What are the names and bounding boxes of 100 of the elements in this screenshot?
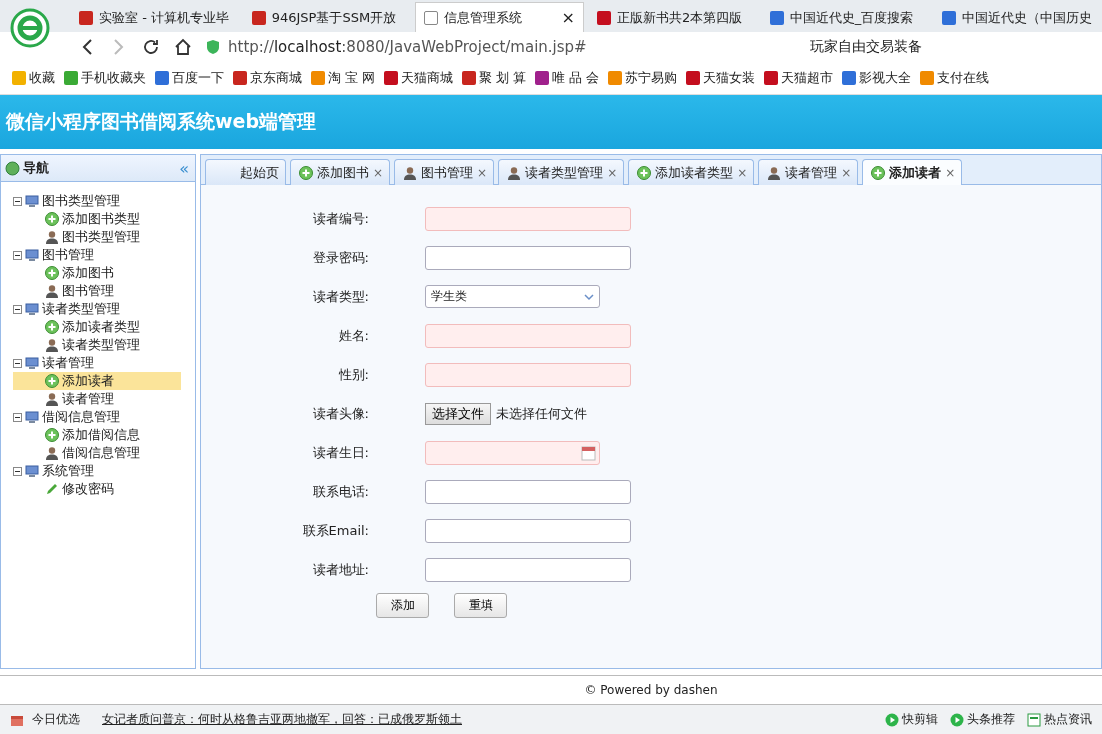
collapse-toggle-icon[interactable] (13, 358, 22, 368)
input-field[interactable] (425, 323, 631, 348)
file-status: 未选择任何文件 (496, 404, 587, 423)
content-tab[interactable]: 添加图书 × (290, 159, 391, 185)
tree-item[interactable]: 读者类型管理 (13, 336, 181, 354)
status-link[interactable]: 快剪辑 (885, 711, 938, 728)
tree-group[interactable]: 系统管理 (13, 462, 195, 480)
field-label: 登录密码: (311, 248, 369, 267)
field-label: 读者头像: (311, 404, 369, 423)
bookmark-link[interactable]: 苏宁易购 (607, 69, 677, 87)
bookmark-link[interactable]: 影视大全 (841, 69, 911, 87)
bookmark-link[interactable]: 手机收藏夹 (64, 69, 146, 87)
content-tab[interactable]: 读者类型管理 × (498, 159, 625, 185)
input-field[interactable] (425, 518, 631, 543)
collapse-toggle-icon[interactable] (13, 196, 22, 206)
tree-item[interactable]: 添加借阅信息 (13, 426, 181, 444)
choose-file-button[interactable]: 选择文件 (425, 402, 491, 425)
date-field[interactable] (425, 440, 600, 465)
tree-item[interactable]: 图书类型管理 (13, 228, 181, 246)
field-label: 读者地址: (311, 560, 369, 579)
favicon-icon (12, 71, 26, 85)
favicon-icon (763, 71, 778, 85)
browser-tab[interactable]: 信息管理系统 × (415, 2, 584, 32)
form-button[interactable]: 重填 (454, 593, 507, 618)
close-icon[interactable]: × (373, 165, 384, 180)
bookmark-link[interactable]: 百度一下 (155, 69, 224, 87)
content-tab[interactable]: 添加读者类型 × (628, 159, 755, 185)
tree-item[interactable]: 图书管理 (13, 282, 181, 300)
person-icon (45, 392, 59, 406)
calendar-icon[interactable] (581, 444, 596, 461)
status-link[interactable]: 热点资讯 (1027, 711, 1092, 728)
favicon-icon (685, 71, 700, 85)
content-tab[interactable]: 添加读者 × (862, 159, 963, 185)
input-field[interactable] (425, 245, 631, 270)
content-tab[interactable]: 读者管理 × (758, 159, 859, 185)
plus-circle-icon (299, 165, 313, 180)
input-field[interactable] (425, 362, 631, 387)
person-icon (403, 165, 418, 180)
tree-group[interactable]: 读者管理 (13, 354, 195, 372)
field-label: 联系电话: (311, 482, 369, 501)
tree-item[interactable]: 添加图书 (13, 264, 181, 282)
close-icon[interactable]: × (841, 165, 852, 180)
input-field[interactable] (425, 206, 631, 231)
content-tab[interactable]: 起始页 (205, 159, 286, 185)
tree-group[interactable]: 图书类型管理 (13, 192, 195, 210)
select-field[interactable]: 学生类 (425, 285, 600, 308)
bookmark-link[interactable]: 唯 品 会 (534, 69, 599, 87)
home-icon[interactable] (174, 38, 192, 56)
collapse-toggle-icon[interactable] (13, 412, 22, 422)
address-field[interactable]: http://localhost:8080/JavaWebProject/main.jsp# (206, 38, 766, 56)
tree-item[interactable]: 修改密码 (13, 480, 181, 498)
tree-item[interactable]: 添加读者类型 (13, 318, 181, 336)
favicon-icon (424, 10, 439, 25)
app-header: 微信小程序图书借阅系统web端管理 (0, 95, 1102, 149)
bookmark-link[interactable]: 天猫超市 (763, 69, 833, 87)
tree-item[interactable]: 添加读者 (13, 372, 181, 390)
footer-text: © Powered by dashen (584, 683, 718, 697)
person-icon (45, 446, 59, 460)
monitor-icon (25, 248, 39, 262)
news-link[interactable]: 女记者质问普京：何时从格鲁吉亚两地撤军，回答：已成俄罗斯领土 (102, 711, 462, 728)
plus-circle-icon (45, 212, 59, 226)
monitor-icon (25, 356, 39, 370)
plus-circle-icon (45, 320, 59, 334)
bookmark-link[interactable]: 天猫女装 (685, 69, 755, 87)
close-icon[interactable]: × (737, 165, 748, 180)
search-field[interactable]: 玩家自由交易装备 (810, 38, 980, 56)
field-label: 读者生日: (311, 443, 369, 462)
reload-icon[interactable] (142, 38, 160, 56)
tree-item[interactable]: 读者管理 (13, 390, 181, 408)
tree-group[interactable]: 读者类型管理 (13, 300, 195, 318)
input-field[interactable] (425, 479, 631, 504)
bookmark-link[interactable]: 支付在线 (919, 69, 989, 87)
favicon-icon (383, 71, 398, 85)
bookmark-link[interactable]: 京东商城 (233, 69, 302, 87)
plus-circle-icon (45, 374, 59, 388)
favicon-icon (311, 71, 325, 85)
tree-group[interactable]: 借阅信息管理 (13, 408, 195, 426)
close-icon[interactable]: × (945, 165, 956, 180)
status-link[interactable]: 头条推荐 (950, 711, 1015, 728)
close-icon[interactable]: × (607, 165, 618, 180)
tree-item[interactable]: 添加图书类型 (13, 210, 181, 228)
tree-group[interactable]: 图书管理 (13, 246, 195, 264)
close-icon[interactable]: × (477, 165, 488, 180)
bookmark-link[interactable]: 淘 宝 网 (311, 69, 375, 87)
field-label: 姓名: (337, 326, 369, 345)
bookmark-link[interactable]: 天猫商城 (383, 69, 453, 87)
form-button[interactable]: 添加 (376, 593, 429, 618)
favicon-icon (251, 10, 266, 25)
favicon-icon (155, 71, 169, 85)
bookmark-link[interactable]: 收藏 (12, 69, 55, 87)
bookmark-link[interactable]: 聚 划 算 (461, 69, 526, 87)
collapse-toggle-icon[interactable] (13, 250, 22, 260)
tree-item[interactable]: 借阅信息管理 (13, 444, 181, 462)
close-icon[interactable]: × (561, 8, 575, 27)
input-field[interactable] (425, 557, 631, 582)
content-tab[interactable]: 图书管理 × (394, 159, 495, 185)
plus-circle-icon (45, 266, 59, 280)
collapse-toggle-icon[interactable] (13, 466, 22, 476)
collapse-toggle-icon[interactable] (13, 304, 22, 314)
person-icon (767, 165, 782, 180)
